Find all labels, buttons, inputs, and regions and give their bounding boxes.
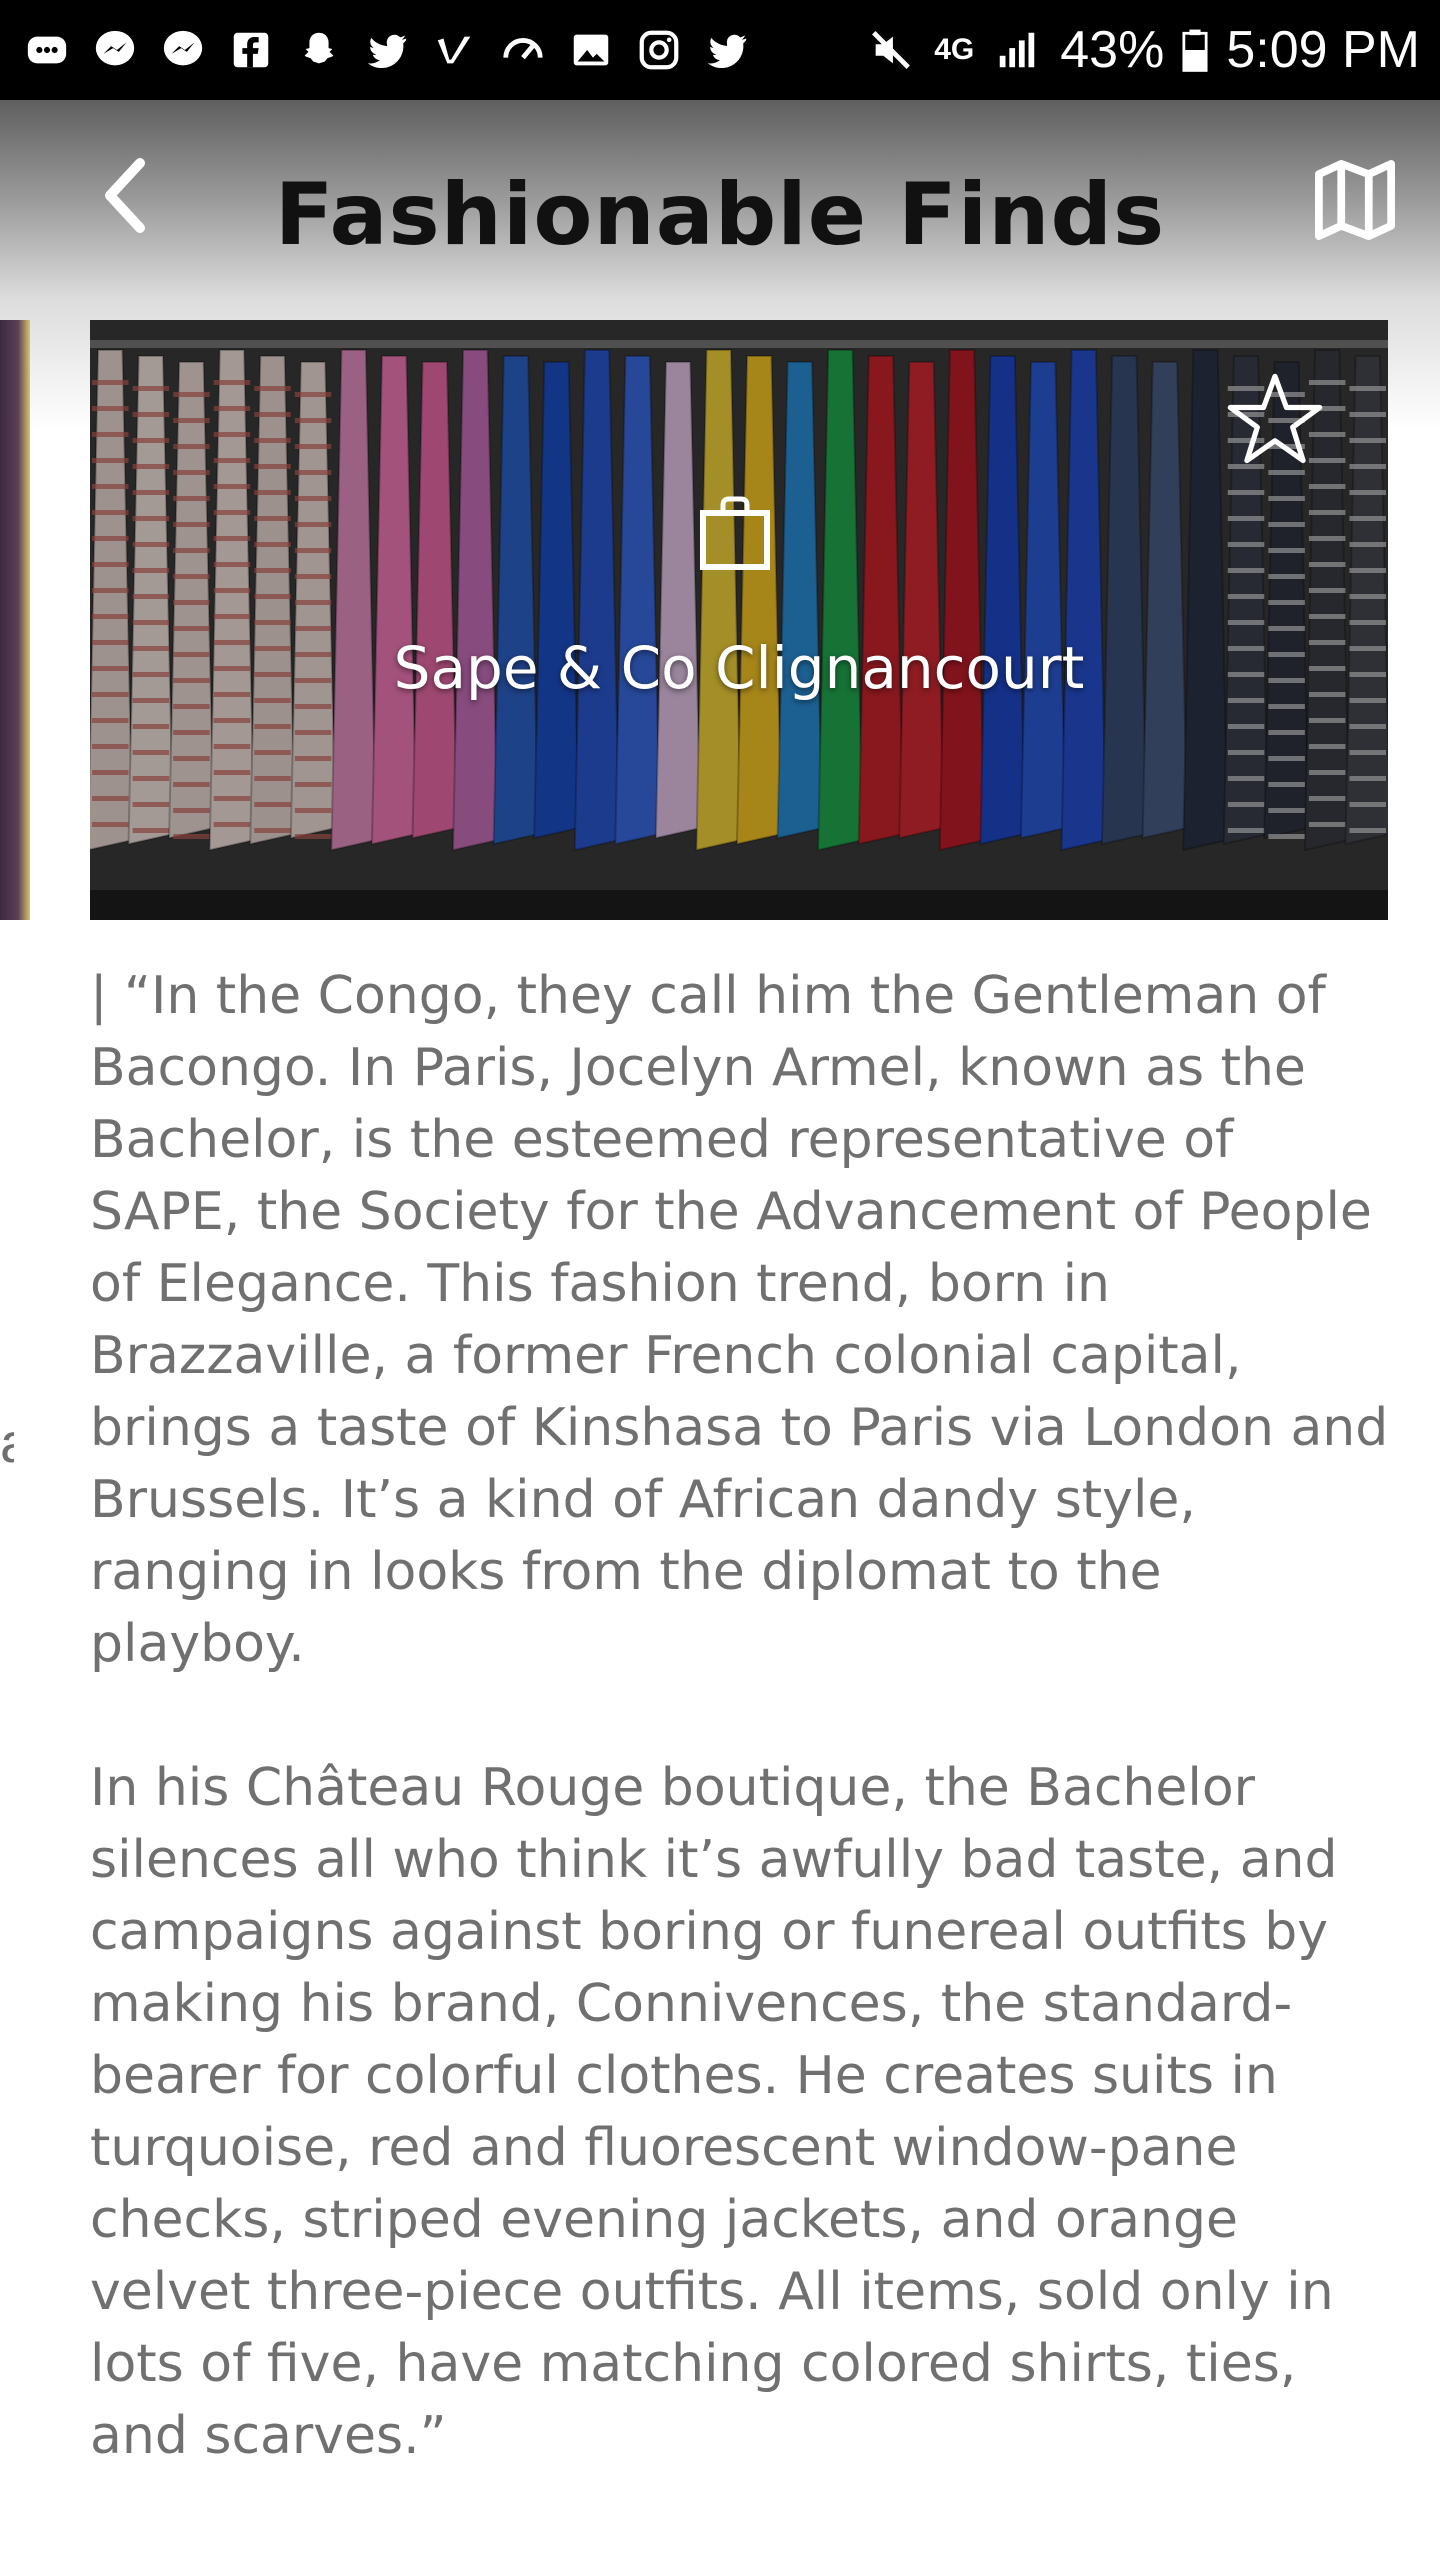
star-outline-icon [1227, 373, 1323, 464]
network-type: 4G [934, 33, 975, 66]
notification-icons [20, 23, 754, 77]
snapchat-icon [292, 23, 346, 77]
messenger-icon [156, 23, 210, 77]
twitter-icon [700, 23, 754, 77]
messages-icon [20, 23, 74, 77]
vimeo-icon [428, 23, 482, 77]
description-paragraph: | “In the Congo, they call him the Gentl… [90, 966, 1389, 1674]
place-name: Sape & Co Clignancourt [393, 634, 1085, 702]
battery-percent: 43% [1060, 21, 1165, 79]
messenger-icon [88, 23, 142, 77]
map-button[interactable] [1305, 150, 1405, 250]
place-description: | “In the Congo, they call him the Gentl… [90, 960, 1390, 2544]
twitter-icon [360, 23, 414, 77]
battery-icon [1180, 23, 1210, 77]
page-title: Fashionable Finds [274, 165, 1166, 265]
mute-icon [864, 23, 918, 77]
shopping-bag-icon [700, 496, 770, 570]
system-status: 4G 43% 5:09 PM [864, 20, 1420, 80]
signal-icon [990, 23, 1044, 77]
instagram-icon [632, 23, 686, 77]
map-icon [1315, 160, 1395, 240]
previous-card-text-peek: a [0, 1410, 14, 1475]
gallery-icon [564, 23, 618, 77]
status-bar: 4G 43% 5:09 PM [0, 0, 1440, 100]
previous-card-peek[interactable] [0, 320, 30, 920]
favorite-button[interactable] [1220, 365, 1330, 475]
place-card[interactable]: Sape & Co Clignancourt [90, 320, 1388, 920]
clock: 5:09 PM [1226, 21, 1420, 79]
card-photo-overlay [90, 320, 1388, 920]
facebook-icon [224, 23, 278, 77]
speedometer-icon [496, 23, 550, 77]
description-paragraph: In his Château Rouge boutique, the Bache… [90, 1758, 1338, 2466]
